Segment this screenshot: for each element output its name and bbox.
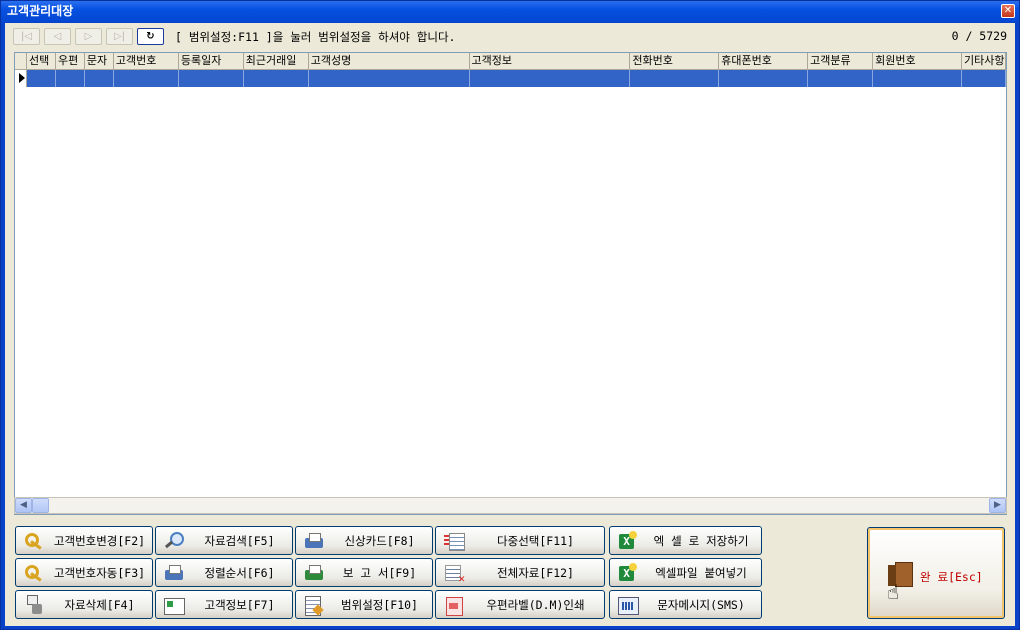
delete-data-button[interactable]: 자료삭제[F4] [15,590,153,619]
grid-cell[interactable] [27,70,56,87]
first-record-button[interactable]: |◁ [13,28,40,45]
horizontal-scrollbar[interactable]: ◀ ▶ [14,497,1007,514]
grid-cell[interactable] [873,70,963,87]
button-label: 엑셀파일 붙여넣기 [655,565,747,580]
scroll-thumb[interactable] [32,498,49,513]
column-header[interactable]: 고객정보 [470,53,631,70]
grid-cell[interactable] [114,70,179,87]
column-header[interactable]: 고객번호 [114,53,179,70]
row-indicator-header [15,53,27,70]
refresh-button[interactable]: ↻ [137,28,164,45]
printer-icon [303,531,325,551]
excel-icon [617,562,639,583]
next-record-button[interactable]: ▷ [75,28,102,45]
client-area: |◁ ◁ ▷ ▷| ↻ [ 범위설정:F11 ]을 눌러 범위설정을 하셔야 합… [5,23,1015,626]
column-header[interactable]: 기타사항 [962,53,1006,70]
grid-cell[interactable] [962,70,1006,87]
grid-cell[interactable] [85,70,114,87]
excel-paste-button[interactable]: 엑셀파일 붙여넣기 [609,558,762,587]
row-pointer-icon [15,70,27,87]
grid-header: 선택 우편 문자 고객번호 등록일자 최근거래일 고객성명 고객정보 전화번호 … [15,53,1006,70]
close-button[interactable]: ✕ [1001,4,1015,18]
mail-label-icon [443,595,465,616]
search-data-button[interactable]: 자료검색[F5] [155,526,293,555]
customer-grid[interactable]: 선택 우편 문자 고객번호 등록일자 최근거래일 고객성명 고객정보 전화번호 … [14,52,1007,515]
grid-cell[interactable] [630,70,720,87]
button-label: 정렬순서[F6] [204,565,275,580]
clear-list-icon [443,563,465,585]
button-label: 고객번호자동[F3] [53,565,146,580]
grid-cell[interactable] [309,70,470,87]
personal-card-button[interactable]: 신상카드[F8] [295,526,433,555]
record-count: 0 / 5729 [951,29,1007,43]
prev-record-button[interactable]: ◁ [44,28,71,45]
sort-order-button[interactable]: 정렬순서[F6] [155,558,293,587]
sort-icon [163,563,185,583]
report-button[interactable]: 보 고 서[F9] [295,558,433,587]
grid-cell[interactable] [808,70,874,87]
sms-icon [617,595,639,615]
range-setting-button[interactable]: 범위설정[F10] [295,590,433,619]
key-icon [23,563,45,583]
customer-info-button[interactable]: 고객정보[F7] [155,590,293,619]
button-label: 전체자료[F12] [497,565,574,580]
exit-button[interactable]: ☝ 완 료[Esc] [867,527,1005,619]
exit-label: 완 료[Esc] [920,570,983,584]
range-document-icon [303,595,325,616]
delete-icon [23,594,45,615]
grid-cell[interactable] [179,70,244,87]
title-bar: 고객관리대장 ✕ [1,1,1019,22]
column-header[interactable]: 문자 [85,53,114,70]
checklist-icon [443,531,465,551]
report-printer-icon [303,563,325,583]
column-header[interactable]: 고객성명 [309,53,470,70]
selected-row[interactable] [15,70,1006,87]
range-hint-text: [ 범위설정:F11 ]을 눌러 범위설정을 하셔야 합니다. [175,30,456,44]
column-header[interactable]: 선택 [27,53,56,70]
grid-cell[interactable] [470,70,631,87]
button-label: 고객정보[F7] [204,597,275,612]
column-header[interactable]: 우편 [56,53,85,70]
auto-customer-no-button[interactable]: 고객번호자동[F3] [15,558,153,587]
info-card-icon [163,595,185,615]
change-customer-no-button[interactable]: 고객번호변경[F2] [15,526,153,555]
scroll-right-icon[interactable]: ▶ [989,498,1006,513]
sms-button[interactable]: 문자메시지(SMS) [609,590,762,619]
button-label: 보 고 서[F9] [342,565,417,580]
search-icon [163,531,185,551]
button-label: 고객번호변경[F2] [53,533,146,548]
button-label: 범위설정[F10] [341,597,418,612]
column-header[interactable]: 고객분류 [808,53,874,70]
grid-cell[interactable] [719,70,809,87]
column-header[interactable]: 전화번호 [630,53,720,70]
excel-save-button[interactable]: 엑 셀 로 저장하기 [609,526,762,555]
button-label: 자료삭제[F4] [64,597,135,612]
button-label: 엑 셀 로 저장하기 [653,533,749,548]
column-header[interactable]: 휴대폰번호 [719,53,809,70]
button-label: 문자메시지(SMS) [657,597,745,612]
hand-cursor-icon: ☝ [887,580,900,604]
window-title: 고객관리대장 [7,4,74,18]
last-record-button[interactable]: ▷| [106,28,133,45]
dm-label-print-button[interactable]: 우편라벨(D.M)인쇄 [435,590,605,619]
all-data-button[interactable]: 전체자료[F12] [435,558,605,587]
button-label: 다중선택[F11] [497,533,574,548]
grid-cell[interactable] [56,70,85,87]
main-window: 고객관리대장 ✕ |◁ ◁ ▷ ▷| ↻ [ 범위설정:F11 ]을 눌러 범위… [0,0,1020,630]
key-icon [23,531,45,551]
scroll-left-icon[interactable]: ◀ [15,498,32,513]
column-header[interactable]: 등록일자 [179,53,244,70]
excel-icon [617,530,639,551]
navigation-toolbar: |◁ ◁ ▷ ▷| ↻ [13,28,164,46]
column-header[interactable]: 최근거래일 [244,53,309,70]
button-label: 우편라벨(D.M)인쇄 [486,597,585,612]
grid-cell[interactable] [244,70,309,87]
multi-select-button[interactable]: 다중선택[F11] [435,526,605,555]
button-label: 자료검색[F5] [204,533,275,548]
column-header[interactable]: 회원번호 [873,53,963,70]
button-label: 신상카드[F8] [344,533,415,548]
